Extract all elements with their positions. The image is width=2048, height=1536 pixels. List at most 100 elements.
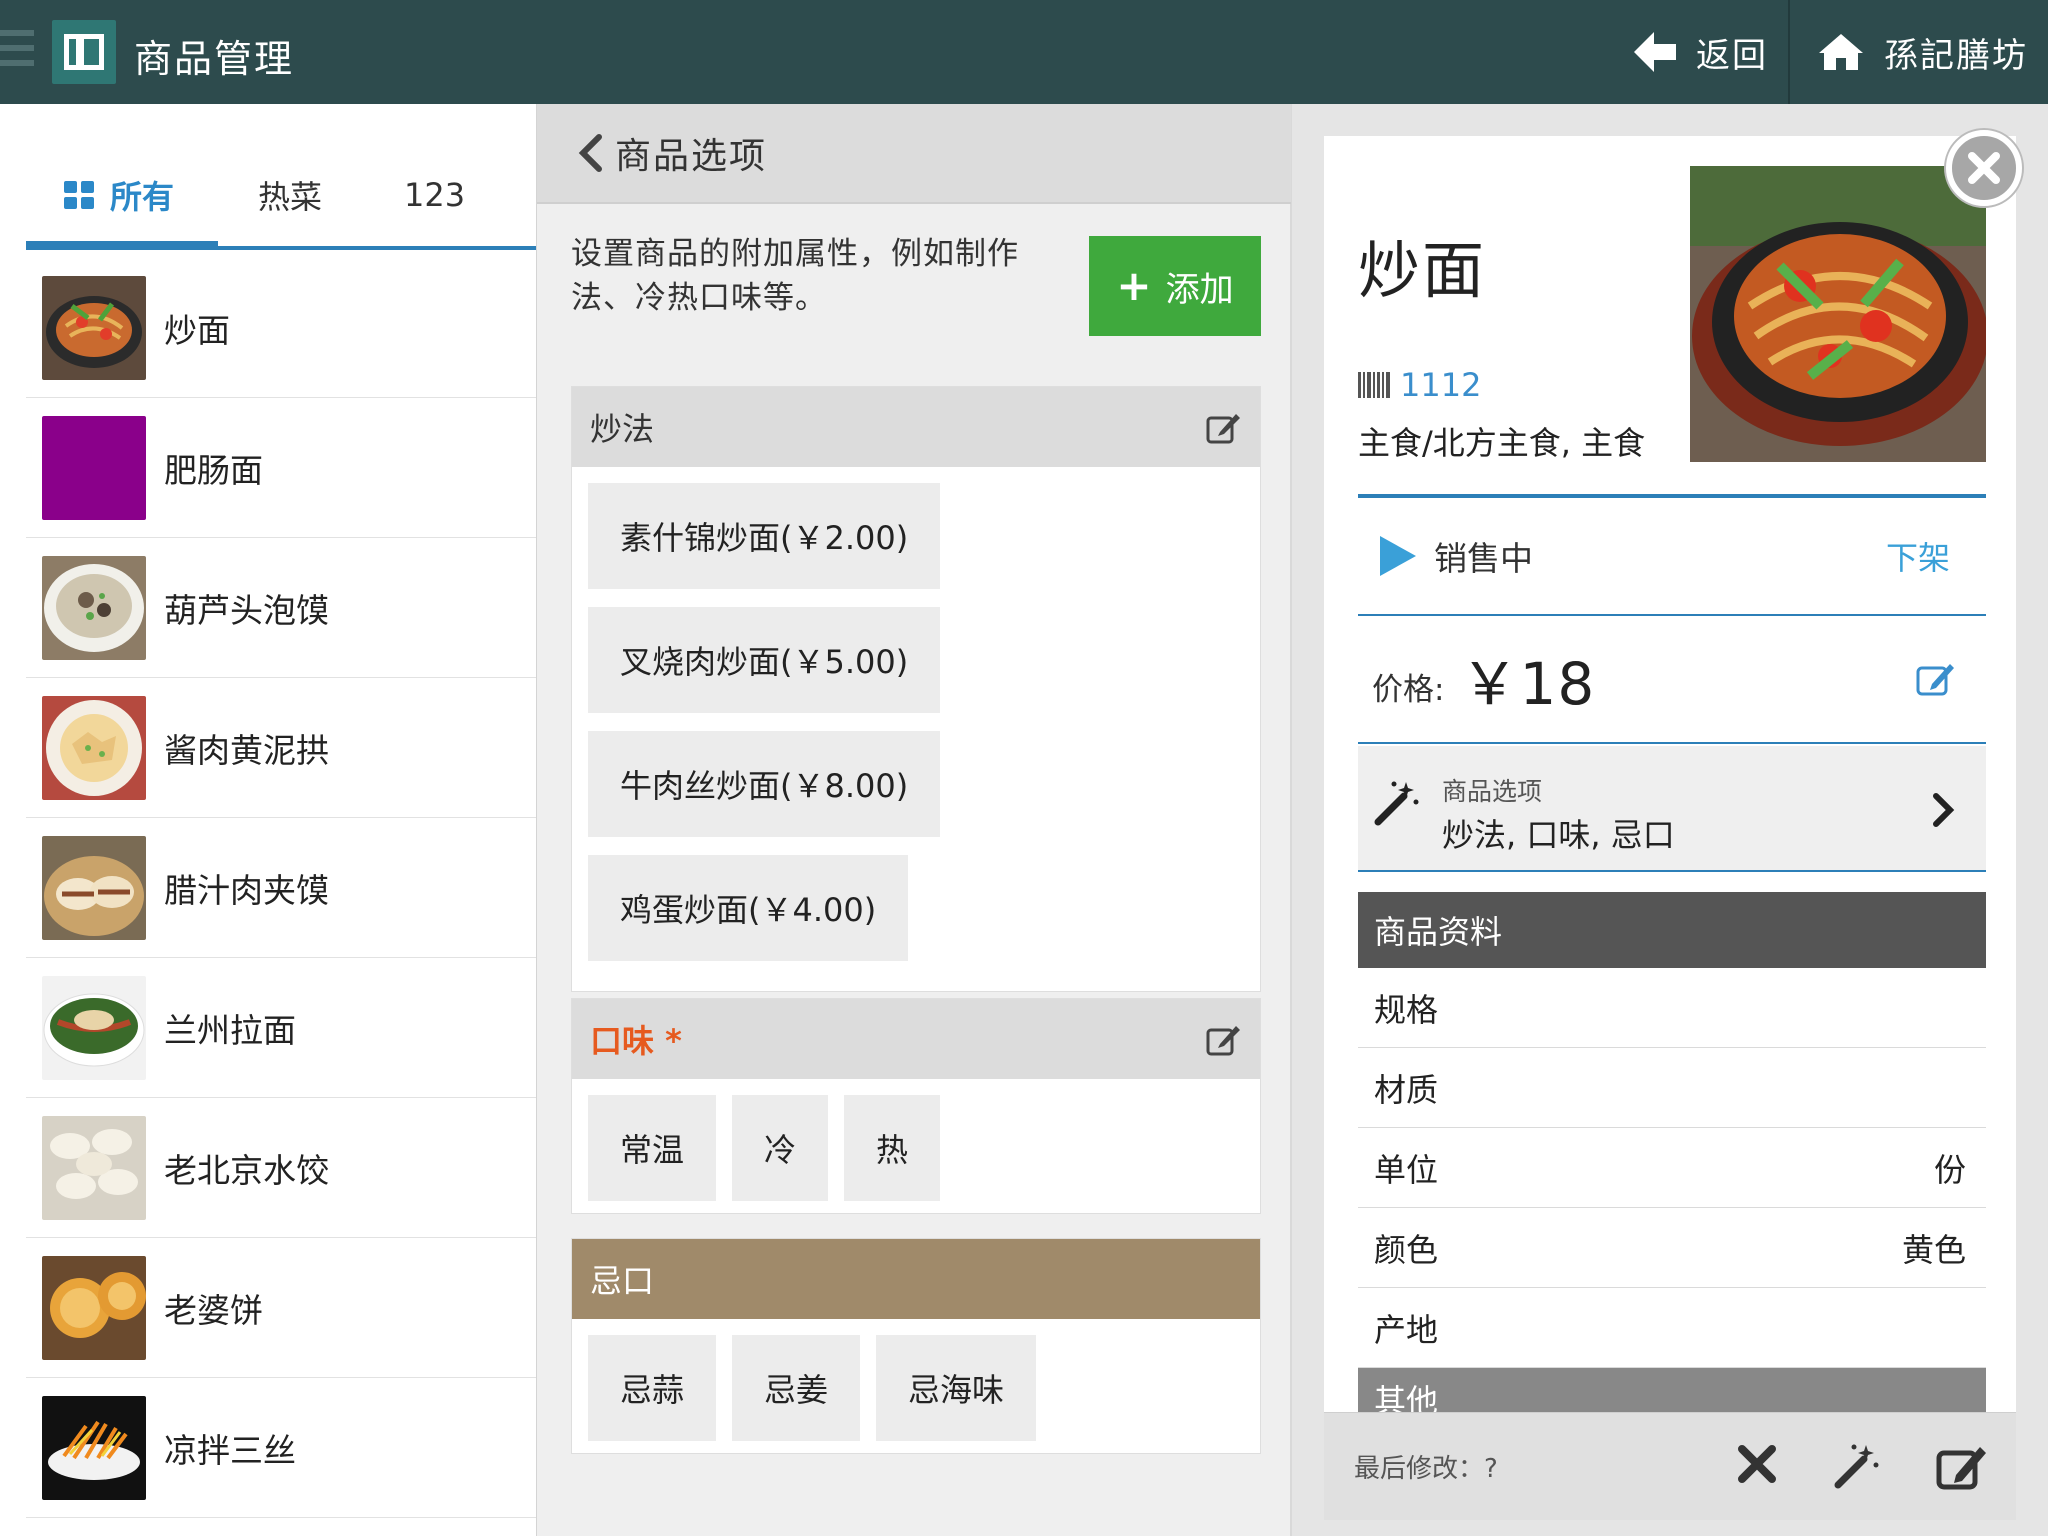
info-label: 规格 xyxy=(1374,990,1439,1029)
magic-wand-icon[interactable] xyxy=(1832,1441,1882,1491)
price-row: 价格: ￥18 xyxy=(1358,616,1986,744)
delete-icon[interactable] xyxy=(1734,1441,1780,1487)
tab-label: 123 xyxy=(404,176,466,214)
option-chip[interactable]: 热 xyxy=(844,1095,941,1201)
option-chip[interactable]: 素什锦炒面(￥2.00) xyxy=(588,483,941,589)
list-item[interactable]: 兰州拉面 xyxy=(26,958,536,1098)
close-icon xyxy=(1968,152,2000,184)
dumplings-thumbnail xyxy=(42,1115,146,1220)
option-chip[interactable]: 忌蒜 xyxy=(588,1335,717,1441)
price-value: ￥18 xyxy=(1460,650,1596,718)
list-item[interactable]: 炒面 xyxy=(26,258,536,398)
options-label: 商品选项 xyxy=(1442,777,1543,806)
option-group-cooking-method: 炒法 素什锦炒面(￥2.00) 叉烧肉炒面(￥5.00) 牛肉丝炒面(￥8.00… xyxy=(571,386,1261,992)
info-label: 颜色 xyxy=(1374,1230,1439,1269)
sale-status: 销售中 xyxy=(1434,539,1533,578)
back-button[interactable]: 返回 xyxy=(1620,0,1790,104)
group-header: 忌口 xyxy=(572,1239,1260,1319)
app-logo-icon xyxy=(52,20,116,84)
item-name: 酱肉黄泥拱 xyxy=(164,730,329,770)
product-image xyxy=(1690,166,1986,462)
option-chip[interactable]: 忌姜 xyxy=(732,1335,861,1441)
tab-active-indicator xyxy=(26,241,218,250)
list-item[interactable]: 葫芦头泡馍 xyxy=(26,538,536,678)
bun-basket-thumbnail xyxy=(42,835,146,940)
product-options-row[interactable]: 商品选项 炒法, 口味, 忌口 xyxy=(1358,746,1986,872)
plated-dish-thumbnail xyxy=(42,695,146,800)
arrow-left-icon xyxy=(1634,32,1676,72)
group-header: 炒法 xyxy=(572,387,1260,467)
option-group-flavor: 口味 * 常温 冷 热 xyxy=(571,998,1261,1214)
list-item[interactable]: 凉拌三丝 xyxy=(26,1378,536,1518)
list-item[interactable]: 肥肠面 xyxy=(26,398,536,538)
edit-icon[interactable] xyxy=(1936,1441,1988,1491)
option-chip[interactable]: 叉烧肉炒面(￥5.00) xyxy=(588,607,941,713)
chevron-left-icon[interactable] xyxy=(573,133,613,173)
shredded-salad-thumbnail xyxy=(42,1395,146,1500)
close-button[interactable] xyxy=(1946,130,2022,206)
last-modified: 最后修改：? xyxy=(1354,1454,1498,1484)
tab-123[interactable]: 123 xyxy=(404,144,465,246)
info-row-spec[interactable]: 规格 xyxy=(1358,968,1986,1048)
pastry-thumbnail xyxy=(42,1255,146,1360)
info-value: 黄色 xyxy=(1901,1230,1966,1269)
plus-icon: + xyxy=(1116,261,1152,310)
edit-icon[interactable] xyxy=(1206,410,1242,444)
item-name: 腊汁肉夹馍 xyxy=(164,870,329,910)
barcode: 1112 xyxy=(1358,366,1481,404)
info-row-origin[interactable]: 产地 xyxy=(1358,1288,1986,1368)
menu-icon[interactable] xyxy=(0,30,34,74)
product-list-panel: 所有 热菜 123 炒面 肥肠面 葫芦头泡馍 酱肉黄泥拱 腊汁肉夹馍 兰州拉面 … xyxy=(0,104,536,1536)
info-label: 材质 xyxy=(1374,1070,1439,1109)
options-title: 商品选项 xyxy=(615,136,768,177)
product-name: 炒面 xyxy=(1358,234,1487,307)
take-off-shelf-button[interactable]: 下架 xyxy=(1886,533,1950,579)
tab-label: 所有 xyxy=(110,178,175,216)
list-item[interactable]: 老婆饼 xyxy=(26,1238,536,1378)
store-name: 孫記膳坊 xyxy=(1884,35,2028,76)
noodle-soup-thumbnail xyxy=(42,975,146,1080)
item-name: 炒面 xyxy=(164,310,230,350)
product-category: 主食/北方主食, 主食 xyxy=(1358,424,1646,462)
add-label: 添加 xyxy=(1165,269,1234,310)
info-row-material[interactable]: 材质 xyxy=(1358,1048,1986,1128)
info-label: 产地 xyxy=(1374,1310,1439,1349)
top-bar: 商品管理 返回 孫記膳坊 xyxy=(0,0,2048,104)
chevron-right-icon xyxy=(1933,793,1955,827)
option-chip[interactable]: 忌海味 xyxy=(876,1335,1037,1441)
noodle-plate-thumbnail xyxy=(42,275,146,380)
option-chip[interactable]: 冷 xyxy=(732,1095,829,1201)
product-detail-panel: 炒面 1112 主食/北方主食, 主食 销售中 下架 价格: ￥18 商品选项 … xyxy=(1292,104,2048,1536)
option-group-dietary: 忌口 忌蒜 忌姜 忌海味 xyxy=(571,1238,1261,1454)
barcode-icon xyxy=(1358,372,1390,398)
grid-icon xyxy=(64,181,94,209)
app-title: 商品管理 xyxy=(134,37,295,81)
option-chip[interactable]: 鸡蛋炒面(￥4.00) xyxy=(588,855,909,961)
tab-hot-dishes[interactable]: 热菜 xyxy=(258,144,322,246)
group-header: 口味 * xyxy=(572,999,1260,1079)
topbar-divider xyxy=(1788,0,1790,104)
play-icon xyxy=(1380,536,1416,576)
tab-label: 热菜 xyxy=(258,178,323,216)
barcode-number: 1112 xyxy=(1400,366,1482,404)
home-icon xyxy=(1819,34,1863,70)
edit-icon[interactable] xyxy=(1206,1022,1242,1056)
option-chip[interactable]: 常温 xyxy=(588,1095,717,1201)
info-row-color[interactable]: 颜色 黄色 xyxy=(1358,1208,1986,1288)
tab-all[interactable]: 所有 xyxy=(64,144,174,246)
category-tabs: 所有 热菜 123 xyxy=(26,144,536,250)
edit-price-icon[interactable] xyxy=(1916,658,1956,696)
store-button[interactable]: 孫記膳坊 xyxy=(1818,0,2028,104)
add-option-button[interactable]: + 添加 xyxy=(1089,236,1261,336)
list-item[interactable]: 腊汁肉夹馍 xyxy=(26,818,536,958)
item-name: 兰州拉面 xyxy=(164,1010,296,1050)
item-name: 肥肠面 xyxy=(164,450,263,490)
option-chip[interactable]: 牛肉丝炒面(￥8.00) xyxy=(588,731,941,837)
info-row-unit[interactable]: 单位 份 xyxy=(1358,1128,1986,1208)
product-info-header: 商品资料 xyxy=(1358,892,1986,968)
item-name: 葫芦头泡馍 xyxy=(164,590,329,630)
required-mark: * xyxy=(665,1022,682,1060)
item-name: 老婆饼 xyxy=(164,1290,263,1330)
list-item[interactable]: 老北京水饺 xyxy=(26,1098,536,1238)
list-item[interactable]: 酱肉黄泥拱 xyxy=(26,678,536,818)
